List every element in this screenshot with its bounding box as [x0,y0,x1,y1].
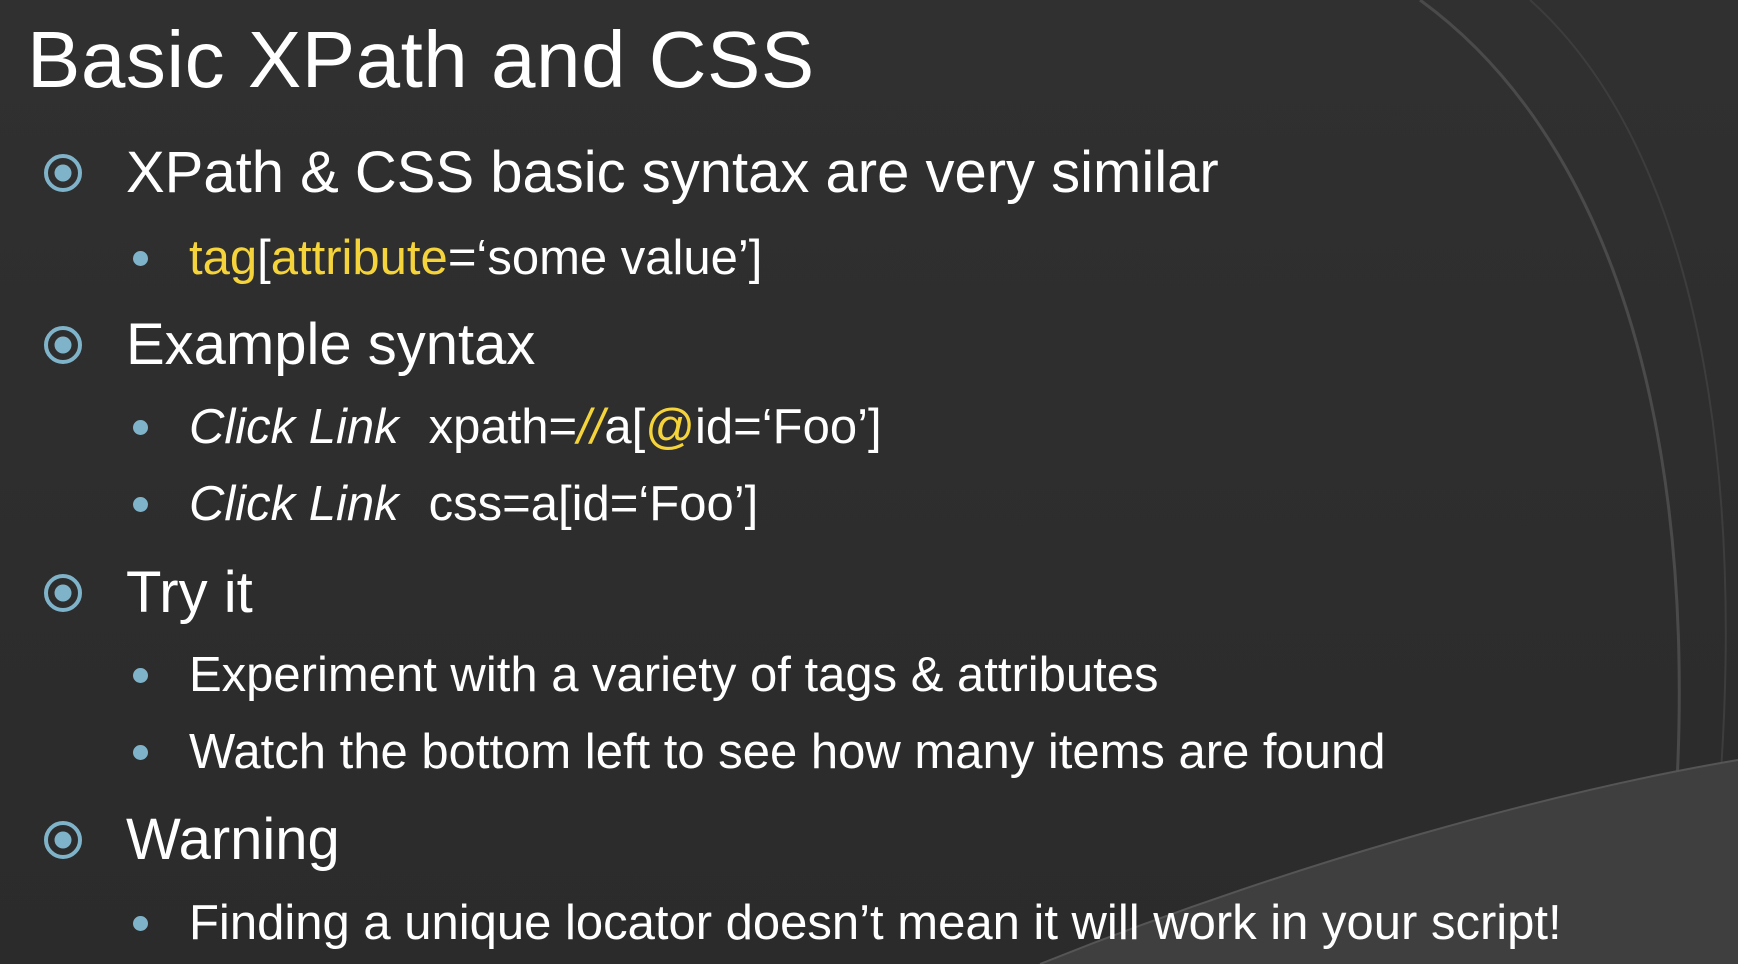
syntax-attribute: attribute [270,231,448,285]
example-mid: a[ [604,400,646,454]
circle-bullet-icon [44,821,82,859]
example-css-item: Click Link css=a[id=‘Foo’] [133,473,758,535]
example-xpath-item: Click Link xpath=//a[@id=‘Foo’] [133,396,882,458]
syntax-open-bracket: [ [257,231,271,285]
syntax-rest: =‘some value’] [447,231,763,285]
section-example-syntax: Example syntax [42,309,535,381]
example-keyword: Click Link [189,400,399,454]
dot-bullet-icon [133,915,148,931]
section-heading: Warning [126,807,340,872]
list-item-text: Watch the bottom left to see how many it… [189,725,1386,779]
example-prefix: xpath= [428,400,578,454]
slide-content: XPath & CSS basic syntax are very simila… [0,0,1738,964]
circle-bullet-icon [44,326,82,364]
example-keyword: Click Link [189,477,399,531]
syntax-pattern-item: tag[attribute=‘some value’] [133,227,762,289]
circle-bullet-icon [44,154,82,192]
dot-bullet-icon [133,496,148,512]
section-heading: Try it [126,560,253,625]
section-heading: Example syntax [126,312,536,377]
syntax-pattern: tag[attribute=‘some value’] [189,227,762,289]
slide: Basic XPath and CSS XPath & CSS basic sy… [0,0,1738,964]
example-at-sign: @ [645,400,696,454]
dot-bullet-icon [133,250,148,266]
syntax-tag: tag [189,231,258,285]
example-slashes: // [577,400,605,454]
section-try-it: Try it [42,557,253,629]
list-item: Watch the bottom left to see how many it… [133,721,1386,783]
list-item: Finding a unique locator doesn’t mean it… [133,892,1562,954]
list-item-text: Experiment with a variety of tags & attr… [189,648,1159,702]
list-item-text: Finding a unique locator doesn’t mean it… [189,896,1562,950]
example-suffix: id=‘Foo’] [695,400,882,454]
circle-bullet-icon [44,574,82,612]
example-locator: css=a[id=‘Foo’] [428,477,759,531]
list-item: Experiment with a variety of tags & attr… [133,644,1159,706]
example-xpath: Click Link xpath=//a[@id=‘Foo’] [189,396,882,458]
dot-bullet-icon [133,667,148,683]
section-heading: XPath & CSS basic syntax are very simila… [126,140,1219,205]
section-syntax-similarity: XPath & CSS basic syntax are very simila… [42,137,1219,209]
section-warning: Warning [42,804,340,876]
dot-bullet-icon [133,419,148,435]
dot-bullet-icon [133,744,148,760]
example-css: Click Link css=a[id=‘Foo’] [189,473,758,535]
